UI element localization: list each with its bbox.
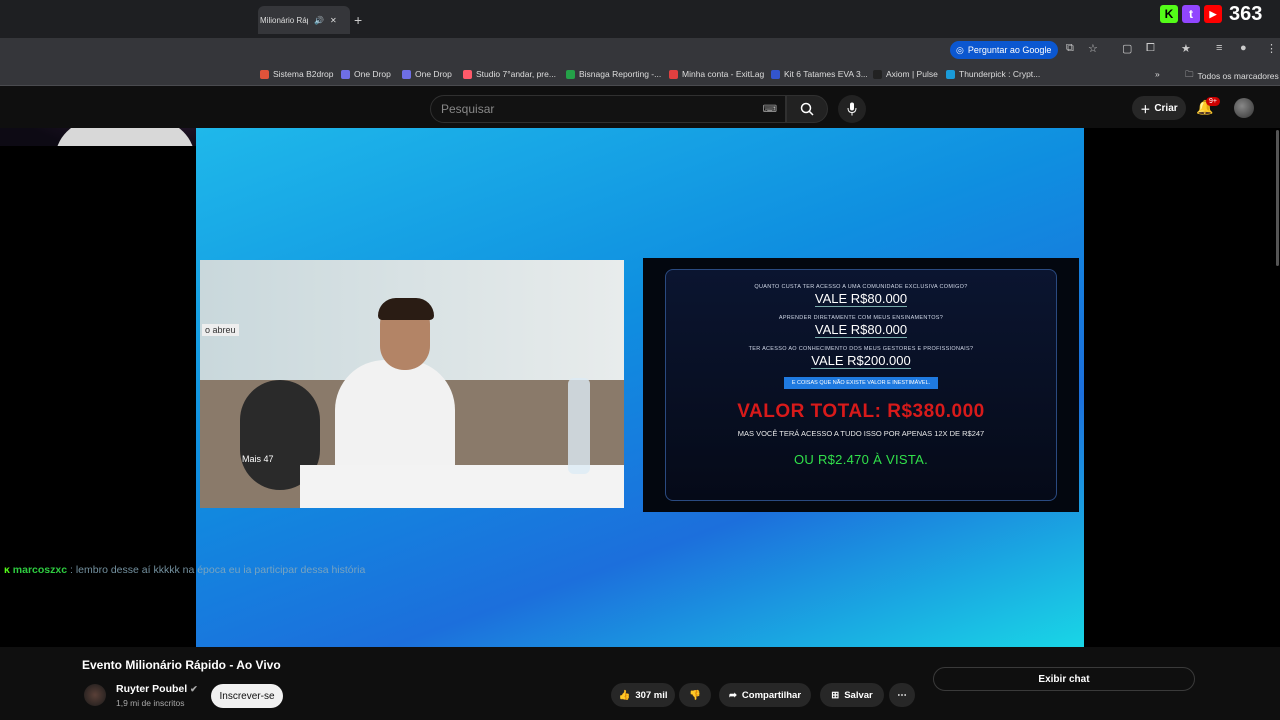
slide-value: VALE R$80.000: [814, 291, 908, 307]
keyboard-icon[interactable]: ⌨: [763, 104, 777, 115]
bookmark-item[interactable]: One Drop: [402, 69, 452, 79]
chat-text: : lembro desse aí kkkkk na época eu ia p…: [69, 564, 366, 576]
save-icon: ⊞: [831, 689, 840, 701]
share-button[interactable]: ➦ Compartilhar: [719, 683, 811, 707]
subscriber-count: 1,9 mi de inscritos: [116, 698, 185, 708]
puzzle-icon[interactable]: ⧠: [1146, 42, 1155, 55]
tab-title: Milionário Rápido: [260, 15, 308, 25]
bookmark-item[interactable]: Axiom | Pulse: [873, 69, 938, 79]
slide-content: QUANTO CUSTA TER ACESSO A UMA COMUNIDADE…: [665, 269, 1057, 501]
more-icon: ⋯: [897, 689, 907, 701]
bookmark-favicon-icon: [260, 69, 269, 79]
subscribe-button[interactable]: Inscrever-se: [211, 684, 283, 708]
thumbs-down-icon: 👎: [689, 689, 701, 701]
create-button[interactable]: ＋ Criar: [1132, 96, 1186, 120]
bookmark-favicon-icon: [463, 69, 472, 79]
scene-label: o abreu: [202, 324, 239, 336]
page-scrollbar[interactable]: [1276, 130, 1279, 266]
share-icon: ➦: [728, 689, 737, 701]
browser-tabstrip: [0, 0, 1280, 38]
voice-search-button[interactable]: [838, 95, 866, 123]
video-scene-presenter: o abreu Mais 47: [200, 260, 624, 508]
new-tab-icon[interactable]: +: [354, 12, 362, 28]
search-placeholder: Pesquisar: [441, 102, 495, 116]
kick-chat-icon: ĸ: [4, 564, 10, 576]
plus-icon: ＋: [1140, 104, 1151, 116]
verified-icon: ✔: [190, 684, 198, 694]
bookmark-favicon-icon: [669, 69, 678, 79]
slide-question: APRENDER DIRETAMENTE COM MEUS ENSINAMENT…: [778, 315, 944, 321]
search-icon: [800, 102, 814, 116]
youtube-icon: ▶: [1204, 5, 1222, 23]
speaker-icon[interactable]: 🔊: [314, 16, 324, 25]
slide-cash-price: OU R$2.470 À VISTA.: [793, 452, 929, 467]
stream-viewers-overlay: K t ▶ 363: [1160, 2, 1262, 26]
all-bookmarks-folder[interactable]: 🗀 Todos os marcadores: [1185, 69, 1279, 83]
bookmark-item[interactable]: Minha conta - ExitLag: [669, 69, 764, 79]
extension-icon[interactable]: ▢: [1122, 42, 1132, 55]
bookmark-item[interactable]: Studio 7°andar, pre...: [463, 69, 556, 79]
bookmark-favicon-icon: [873, 69, 882, 79]
bookmark-item[interactable]: Bisnaga Reporting -...: [566, 69, 661, 79]
video-title: Evento Milionário Rápido - Ao Vivo: [82, 658, 281, 672]
bookmark-favicon-icon: [402, 69, 411, 79]
video-slide: QUANTO CUSTA TER ACESSO A UMA COMUNIDADE…: [643, 258, 1079, 512]
bookmark-item[interactable]: One Drop: [341, 69, 391, 79]
account-avatar[interactable]: [1234, 98, 1254, 118]
browser-tab[interactable]: Milionário Rápido 🔊 ✕: [258, 6, 350, 34]
bookmark-favicon-icon: [946, 69, 955, 79]
search-button[interactable]: [786, 95, 828, 123]
channel-avatar[interactable]: [84, 684, 106, 706]
profile-icon[interactable]: ●: [1240, 42, 1247, 54]
bookmark-favicon-icon: [566, 69, 575, 79]
viewer-count: 363: [1229, 2, 1263, 25]
bookmark-item[interactable]: Kit 6 Tatames EVA 3...: [771, 69, 868, 79]
bookmark-favicon-icon: [341, 69, 350, 79]
slide-total: VALOR TOTAL: R$380.000: [737, 401, 985, 422]
folder-icon: 🗀: [1185, 69, 1194, 79]
slide-value: VALE R$200.000: [811, 353, 911, 369]
bookmark-star-icon[interactable]: ☆: [1088, 42, 1098, 55]
show-chat-button[interactable]: Exibir chat: [933, 667, 1195, 691]
install-icon[interactable]: ⧉: [1066, 42, 1074, 55]
ask-google-button[interactable]: ◎ Perguntar ao Google: [950, 41, 1058, 59]
channel-name[interactable]: Ruyter Poubel ✔: [116, 683, 198, 695]
stream-chat-message: ĸ marcoszxc : lembro desse aí kkkkk na é…: [4, 564, 365, 576]
thumbs-up-icon: 👍: [618, 689, 631, 701]
search-input[interactable]: Pesquisar ⌨: [430, 95, 786, 123]
menu-icon[interactable]: ⋮: [1266, 42, 1277, 55]
notification-badge: 9+: [1206, 97, 1220, 106]
slide-value: VALE R$80.000: [814, 322, 908, 338]
slide-offer: MAS VOCÊ TERÁ ACESSO A TUDO ISSO POR APE…: [737, 429, 985, 438]
chat-username: marcoszxc: [12, 564, 68, 576]
dislike-button[interactable]: 👎: [679, 683, 711, 707]
more-bookmarks-icon[interactable]: »: [1155, 69, 1160, 79]
twitch-icon: t: [1182, 5, 1200, 23]
more-actions-button[interactable]: ⋯: [889, 683, 915, 707]
slide-question: TER ACESSO AO CONHECIMENTO DOS MEUS GEST…: [748, 346, 974, 352]
microphone-icon: [847, 102, 857, 116]
close-tab-icon[interactable]: ✕: [330, 16, 337, 25]
slide-question: QUANTO CUSTA TER ACESSO A UMA COMUNIDADE…: [754, 284, 968, 290]
ask-google-label: Perguntar ao Google: [967, 45, 1052, 55]
slide-note: E COISAS QUE NÃO EXISTE VALOR E INESTIMÁ…: [783, 377, 939, 389]
media-icon[interactable]: ≡: [1216, 42, 1222, 54]
favorites-icon[interactable]: ★: [1181, 42, 1191, 55]
bookmark-item[interactable]: Thunderpick : Crypt...: [946, 69, 1040, 79]
save-button[interactable]: ⊞ Salvar: [820, 683, 884, 707]
create-label: Criar: [1154, 102, 1178, 114]
like-button[interactable]: 👍 307 mil: [611, 683, 675, 707]
bookmark-favicon-icon: [771, 69, 780, 79]
google-lens-icon: ◎: [956, 44, 964, 55]
scene-label: Mais 47: [242, 454, 274, 464]
bookmark-item[interactable]: Sistema B2drop: [260, 69, 333, 79]
kick-icon: K: [1160, 5, 1178, 23]
